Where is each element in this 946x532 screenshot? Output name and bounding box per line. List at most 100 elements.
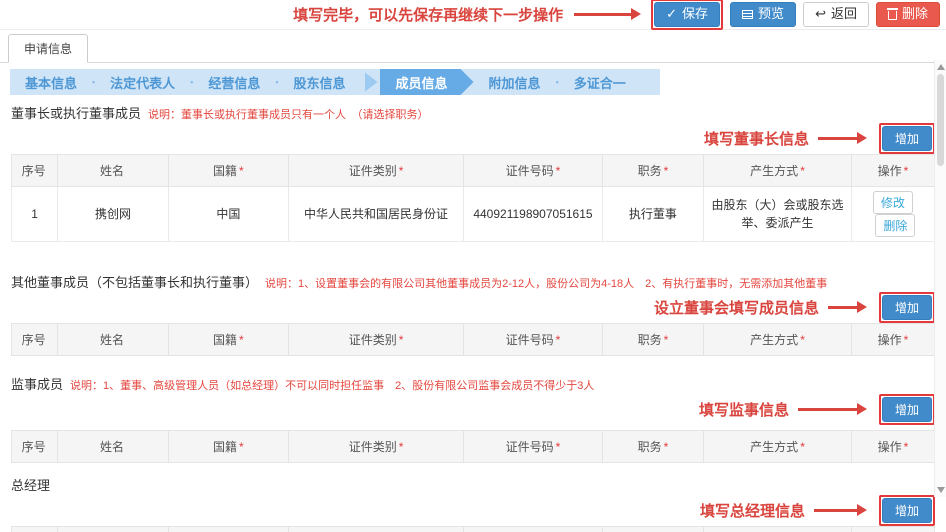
vertical-scrollbar[interactable] xyxy=(934,60,946,497)
step-basic-info[interactable]: 基本信息 xyxy=(10,69,92,95)
col-header-name: 姓名 xyxy=(58,527,169,532)
col-header-id-number: 证件号码* xyxy=(464,324,602,356)
save-button-highlight: ✓保存 xyxy=(651,0,723,30)
col-header-operation: 操作* xyxy=(851,324,934,356)
annotation-arrow-right-icon xyxy=(818,137,858,140)
scroll-up-icon[interactable] xyxy=(937,64,945,70)
section-other-directors-note: 说明：1、设置董事会的有限公司其他董事成员为2-12人，股份公司为4-18人 2… xyxy=(265,275,827,291)
section-supervisors-note: 说明：1、董事、高级管理人员（如总经理）不可以同时担任监事 2、股份有限公司监事… xyxy=(70,377,594,393)
scrollbar-thumb[interactable] xyxy=(937,74,944,166)
scroll-down-icon[interactable] xyxy=(937,487,945,493)
col-header-operation: 操作* xyxy=(851,527,934,532)
section-supervisors-title: 监事成员 说明：1、董事、高级管理人员（如总经理）不可以同时担任监事 2、股份有… xyxy=(11,374,935,393)
save-button[interactable]: ✓保存 xyxy=(654,2,720,26)
cell-operation: 修改删除 xyxy=(851,187,934,242)
add-manager-button[interactable]: 增加 xyxy=(882,498,932,523)
table-chairman: 序号 姓名 国籍* 证件类别* 证件号码* 职务* 产生方式* 操作* 1 携创… xyxy=(11,154,935,242)
annotation-arrow-right-icon xyxy=(574,13,632,16)
col-header-nationality: 国籍* xyxy=(168,431,288,463)
supervisors-annotation: 填写监事信息 xyxy=(699,399,789,420)
trash-icon xyxy=(888,11,897,20)
col-header-nationality: 国籍* xyxy=(168,527,288,532)
cell-nationality: 中国 xyxy=(168,187,288,242)
col-header-id-type: 证件类别* xyxy=(288,324,463,356)
general-manager-annotation-row: 填写总经理信息 增加 xyxy=(11,495,935,525)
step-multi-cert[interactable]: 多证合一 xyxy=(559,69,641,95)
step-additional-info[interactable]: 附加信息 xyxy=(474,69,556,95)
table-header-row: 序号 姓名 国籍* 证件类别* 证件号码* 职务* 产生方式* 操作* xyxy=(12,324,935,356)
cell-index: 1 xyxy=(12,187,58,242)
section-general-manager-title: 总经理 xyxy=(11,475,935,494)
section-chairman-title: 董事长或执行董事成员 说明：董事长或执行董事成员只有一个人 （请选择职务） xyxy=(11,103,935,122)
toolbar: 填写完毕，可以先保存再继续下一步操作 ✓保存 预览 ↩返回 删除 xyxy=(0,0,946,30)
supervisors-annotation-row: 填写监事信息 增加 xyxy=(11,394,935,424)
edit-row-button[interactable]: 修改 xyxy=(873,191,913,214)
col-header-id-number: 证件号码* xyxy=(464,155,602,187)
step-member-info-active[interactable]: 成员信息 xyxy=(380,69,474,95)
step-business-info[interactable]: 经营信息 xyxy=(193,69,275,95)
other-directors-annotation-row: 设立董事会填写成员信息 增加 xyxy=(11,292,935,322)
col-header-name: 姓名 xyxy=(58,155,169,187)
table-header-row: 序号 姓名 国籍* 证件类别* 证件号码* 职务* 产生方式* 操作* xyxy=(12,431,935,463)
table-header-row: 序号 姓名 国籍* 证件类别* 证件号码* 职务* 产生方式* 操作* xyxy=(12,155,935,187)
chairman-annotation-row: 填写董事长信息 增加 xyxy=(11,123,935,153)
cell-id-type: 中华人民共和国居民身份证 xyxy=(288,187,463,242)
col-header-index: 序号 xyxy=(12,431,58,463)
step-legal-representative[interactable]: 法定代表人 xyxy=(95,69,190,95)
col-header-id-type: 证件类别* xyxy=(288,155,463,187)
section-chairman-note: 说明：董事长或执行董事成员只有一个人 （请选择职务） xyxy=(148,106,429,122)
add-supervisor-highlight: 增加 xyxy=(879,394,935,425)
step-chevron-icon xyxy=(365,72,378,92)
add-director-highlight: 增加 xyxy=(879,292,935,323)
check-icon: ✓ xyxy=(666,7,677,21)
col-header-index: 序号 xyxy=(12,155,58,187)
col-header-id-number: 证件号码* xyxy=(464,431,602,463)
col-header-operation: 操作* xyxy=(851,431,934,463)
return-arrow-icon: ↩ xyxy=(815,7,826,21)
col-header-id-number: 证件号码* xyxy=(464,527,602,532)
tab-bar: 申请信息 xyxy=(0,30,946,63)
delete-row-button[interactable]: 删除 xyxy=(875,214,915,237)
col-header-post: 职位* xyxy=(602,527,704,532)
col-header-id-type: 证件类别* xyxy=(288,431,463,463)
step-shareholder-info[interactable]: 股东信息 xyxy=(279,69,361,95)
general-manager-annotation: 填写总经理信息 xyxy=(700,500,805,521)
col-header-nationality: 国籍* xyxy=(168,155,288,187)
col-header-position: 职务* xyxy=(602,155,704,187)
col-header-id-type: 证件类别* xyxy=(288,527,463,532)
toolbar-annotation: 填写完毕，可以先保存再继续下一步操作 xyxy=(293,4,563,25)
col-header-index: 序号 xyxy=(12,324,58,356)
col-header-position: 职务* xyxy=(602,431,704,463)
form-content: 董事长或执行董事成员 说明：董事长或执行董事成员只有一个人 （请选择职务） 填写… xyxy=(0,103,946,532)
section-other-directors-title: 其他董事成员（不包括董事长和执行董事） 说明：1、设置董事会的有限公司其他董事成… xyxy=(11,272,935,291)
col-header-nationality: 国籍* xyxy=(168,324,288,356)
delete-button[interactable]: 删除 xyxy=(876,2,940,26)
table-header-row: 序号 姓名 国籍* 证件类别* 证件号码* 职位* 产生方式* 操作* xyxy=(12,527,935,532)
col-header-index: 序号 xyxy=(12,527,58,532)
table-general-manager: 序号 姓名 国籍* 证件类别* 证件号码* 职位* 产生方式* 操作* xyxy=(11,526,935,532)
preview-button[interactable]: 预览 xyxy=(730,2,796,26)
col-header-position: 职务* xyxy=(602,324,704,356)
col-header-origin: 产生方式* xyxy=(704,527,852,532)
table-row: 1 携创网 中国 中华人民共和国居民身份证 440921198907051615… xyxy=(12,187,935,242)
add-director-button[interactable]: 增加 xyxy=(882,295,932,320)
list-icon xyxy=(742,10,753,19)
table-supervisors: 序号 姓名 国籍* 证件类别* 证件号码* 职务* 产生方式* 操作* xyxy=(11,430,935,463)
annotation-arrow-right-icon xyxy=(814,509,858,512)
col-header-name: 姓名 xyxy=(58,431,169,463)
table-other-directors: 序号 姓名 国籍* 证件类别* 证件号码* 职务* 产生方式* 操作* xyxy=(11,323,935,356)
other-directors-annotation: 设立董事会填写成员信息 xyxy=(654,297,819,318)
cell-position: 执行董事 xyxy=(602,187,704,242)
annotation-arrow-right-icon xyxy=(798,408,858,411)
add-chairman-highlight: 增加 xyxy=(879,123,935,154)
annotation-arrow-right-icon xyxy=(828,306,858,309)
add-manager-highlight: 增加 xyxy=(879,495,935,526)
col-header-name: 姓名 xyxy=(58,324,169,356)
back-button[interactable]: ↩返回 xyxy=(803,2,869,26)
tab-application-info[interactable]: 申请信息 xyxy=(8,34,88,63)
chairman-annotation: 填写董事长信息 xyxy=(704,128,809,149)
add-supervisor-button[interactable]: 增加 xyxy=(882,397,932,422)
add-chairman-button[interactable]: 增加 xyxy=(882,126,932,151)
cell-id-number: 440921198907051615 xyxy=(464,187,602,242)
step-wizard: 基本信息 • 法定代表人 • 经营信息 • 股东信息 成员信息 附加信息 • 多… xyxy=(10,69,660,95)
